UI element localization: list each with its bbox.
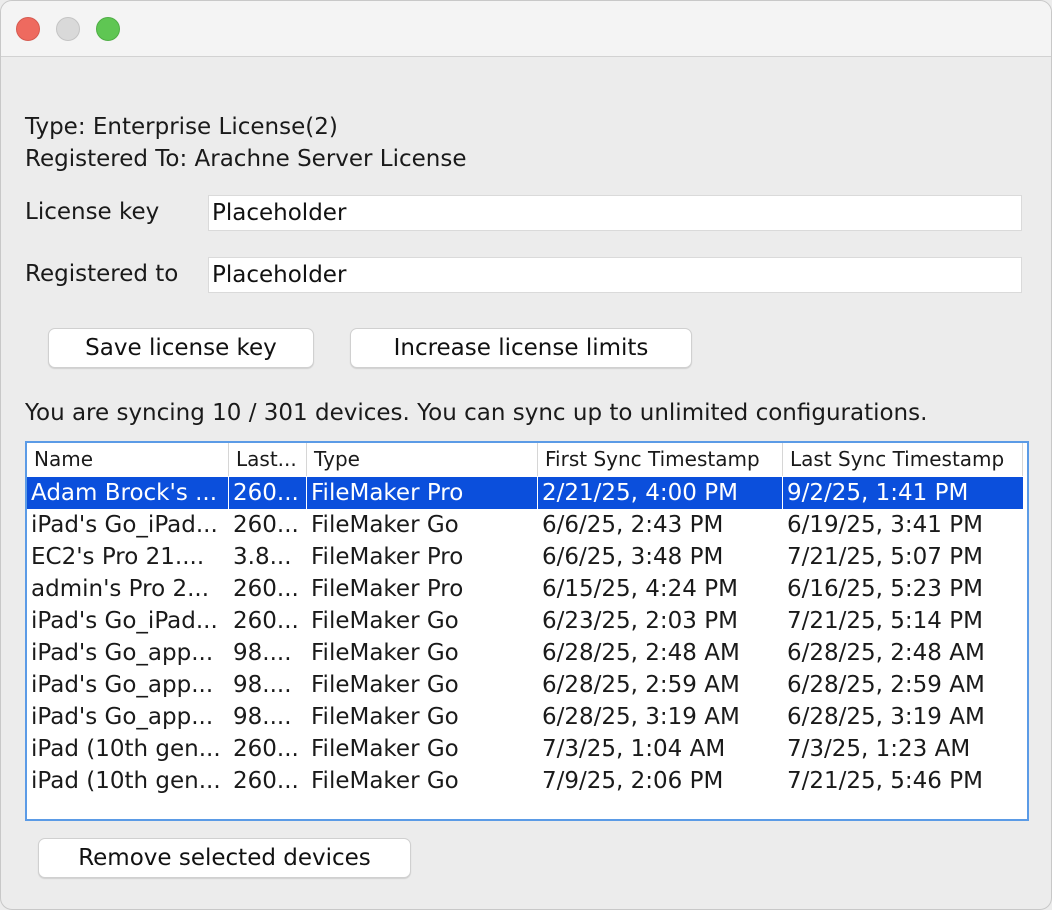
cell-type: FileMaker Pro — [311, 576, 464, 602]
cell-name: iPad's Go_app... — [31, 672, 214, 698]
cell-last: 98.... — [233, 672, 292, 698]
registered-to-text: Registered To: Arachne Server License — [25, 146, 467, 172]
table-row[interactable]: admin's Pro 2... 260... FileMaker Pro 6/15/… — [27, 573, 1023, 605]
cell-last-sync: 6/28/25, 2:59 AM — [787, 672, 985, 698]
cell-type: FileMaker Go — [311, 672, 459, 698]
cell-name: EC2's Pro 21.... — [31, 544, 205, 570]
table-row[interactable]: iPad (10th gen... 260... FileMaker Go 7/3/2… — [27, 733, 1023, 765]
license-type-text: Type: Enterprise License(2) — [25, 114, 338, 140]
minimize-window-button[interactable] — [56, 17, 80, 41]
cell-name: iPad (10th gen... — [31, 736, 221, 762]
col-last-sync-header[interactable]: Last Sync Timestamp — [783, 443, 1023, 476]
increase-license-limits-button[interactable]: Increase license limits — [350, 328, 692, 368]
zoom-window-button[interactable] — [96, 17, 120, 41]
table-row[interactable]: iPad's Go_iPad... 260... FileMaker Go 6/23/… — [27, 605, 1023, 637]
cell-last-sync: 6/19/25, 3:41 PM — [787, 512, 983, 538]
sync-status-text: You are syncing 10 / 301 devices. You ca… — [25, 400, 928, 426]
cell-type: FileMaker Go — [311, 736, 459, 762]
cell-last-sync: 6/28/25, 3:19 AM — [787, 704, 985, 730]
cell-first-sync: 7/3/25, 1:04 AM — [542, 736, 726, 762]
save-license-key-button[interactable]: Save license key — [48, 328, 314, 368]
table-row[interactable]: iPad's Go_app... 98.... FileMaker Go 6/28/2… — [27, 669, 1023, 701]
cell-first-sync: 6/28/25, 2:48 AM — [542, 640, 740, 666]
cell-first-sync: 2/21/25, 4:00 PM — [538, 477, 783, 509]
cell-last: 260... — [233, 512, 299, 538]
remove-selected-devices-button[interactable]: Remove selected devices — [38, 838, 411, 878]
cell-last-sync: 6/16/25, 5:23 PM — [787, 576, 983, 602]
cell-last-sync: 7/21/25, 5:46 PM — [787, 768, 983, 794]
cell-last: 260... — [233, 608, 299, 634]
cell-first-sync: 6/28/25, 3:19 AM — [542, 704, 740, 730]
cell-name: iPad's Go_app... — [31, 704, 214, 730]
cell-type: FileMaker Go — [311, 640, 459, 666]
cell-type: FileMaker Pro — [307, 477, 538, 509]
cell-type: FileMaker Go — [311, 512, 459, 538]
cell-first-sync: 6/28/25, 2:59 AM — [542, 672, 740, 698]
cell-last-sync: 7/21/25, 5:14 PM — [787, 608, 983, 634]
license-key-field[interactable] — [208, 195, 1022, 231]
cell-first-sync: 6/23/25, 2:03 PM — [542, 608, 738, 634]
cell-last-sync: 9/2/25, 1:41 PM — [787, 480, 969, 506]
table-row[interactable]: iPad (10th gen... 260... FileMaker Go 7/9/2… — [27, 765, 1023, 797]
cell-type: FileMaker Go — [311, 608, 459, 634]
cell-last-sync: 7/3/25, 1:23 AM — [787, 736, 971, 762]
cell-type: FileMaker Pro — [311, 544, 464, 570]
col-first-sync-header[interactable]: First Sync Timestamp — [538, 443, 783, 476]
license-window: Type: Enterprise License(2) Registered T… — [0, 0, 1052, 910]
cell-name: iPad's Go_app... — [31, 640, 214, 666]
registered-to-label: Registered to — [25, 261, 179, 287]
cell-last: 3.8... — [233, 544, 292, 570]
cell-last: 98.... — [233, 704, 292, 730]
cell-first-sync: 6/15/25, 4:24 PM — [542, 576, 738, 602]
col-name-header[interactable]: Name — [27, 443, 229, 476]
license-key-label: License key — [25, 199, 160, 225]
cell-name: iPad (10th gen... — [31, 768, 221, 794]
table-row[interactable]: iPad's Go_app... 98.... FileMaker Go 6/28/2… — [27, 701, 1023, 733]
col-last-header[interactable]: Last... — [229, 443, 307, 476]
table-row[interactable]: iPad's Go_app... 98.... FileMaker Go 6/28/2… — [27, 637, 1023, 669]
table-row[interactable]: EC2's Pro 21.... 3.8... FileMaker Pro 6/6/2… — [27, 541, 1023, 573]
cell-type: FileMaker Go — [311, 768, 459, 794]
devices-table[interactable]: Name Last... Type First Sync Timestamp Last … — [25, 441, 1029, 821]
cell-first-sync: 7/9/25, 2:06 PM — [542, 768, 724, 794]
cell-last: 260... — [229, 477, 307, 509]
cell-first-sync: 6/6/25, 2:43 PM — [542, 512, 724, 538]
cell-first-sync: 6/6/25, 3:48 PM — [542, 544, 724, 570]
cell-last: 260... — [233, 576, 299, 602]
cell-name: iPad's Go_iPad... — [31, 512, 218, 538]
cell-last-sync: 6/28/25, 2:48 AM — [787, 640, 985, 666]
table-row[interactable]: iPad's Go_iPad... 260... FileMaker Go 6/6/2… — [27, 509, 1023, 541]
cell-last: 98.... — [233, 640, 292, 666]
table-header: Name Last... Type First Sync Timestamp Last … — [27, 443, 1027, 476]
table-row[interactable]: Adam Brock's ... 260... FileMaker Pro 2/21/… — [27, 477, 1023, 509]
cell-name: iPad's Go_iPad... — [31, 608, 218, 634]
cell-type: FileMaker Go — [311, 704, 459, 730]
cell-last: 260... — [233, 768, 299, 794]
cell-last-sync: 7/21/25, 5:07 PM — [787, 544, 983, 570]
registered-to-field[interactable] — [208, 257, 1022, 293]
cell-name: Adam Brock's ... — [27, 477, 229, 509]
title-bar — [1, 1, 1051, 57]
close-window-button[interactable] — [16, 17, 40, 41]
cell-name: admin's Pro 2... — [31, 576, 210, 602]
col-type-header[interactable]: Type — [307, 443, 538, 476]
cell-last: 260... — [233, 736, 299, 762]
